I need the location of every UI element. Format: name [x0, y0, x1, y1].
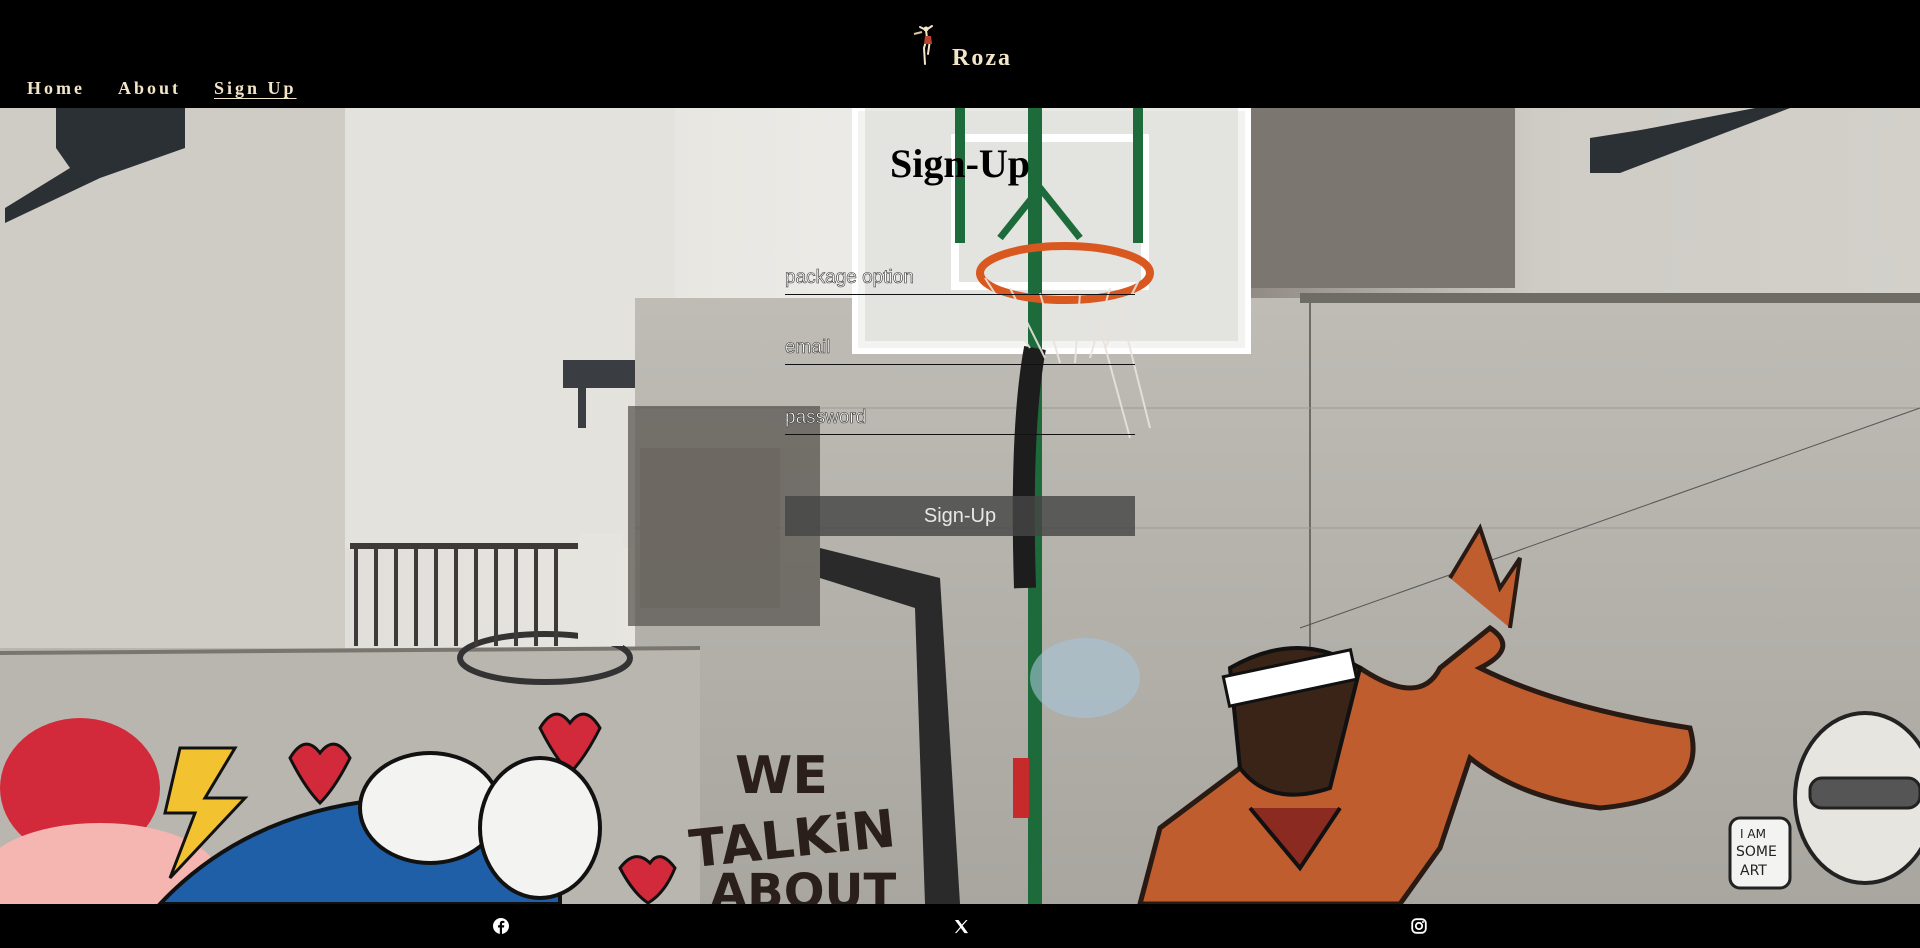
main-nav: Home About Sign Up: [27, 78, 297, 99]
site-footer: [0, 904, 1920, 948]
nav-about-link[interactable]: About: [118, 78, 181, 99]
package-option-input[interactable]: [785, 261, 1135, 295]
email-input[interactable]: [785, 331, 1135, 365]
sticker-text-1: I AM: [1740, 827, 1766, 841]
sticker-text-2: SOME: [1736, 844, 1777, 860]
facebook-icon[interactable]: [491, 916, 511, 936]
dancer-logo-icon: [913, 25, 933, 65]
brand-name: Roza: [952, 45, 1012, 71]
sticker-text-3: ART: [1740, 863, 1767, 879]
wall-text-line3: ABOUT: [710, 864, 897, 904]
site-header: Roza Home About Sign Up: [0, 0, 1920, 108]
nav-home-link[interactable]: Home: [27, 78, 85, 99]
instagram-icon[interactable]: [1409, 916, 1429, 936]
brand[interactable]: Roza: [906, 20, 1012, 72]
signup-submit-button[interactable]: Sign-Up: [785, 496, 1135, 536]
wall-text-line1: WE: [735, 746, 828, 806]
password-input[interactable]: [785, 401, 1135, 435]
nav-signup-link[interactable]: Sign Up: [214, 78, 297, 99]
page-title: Sign-Up: [889, 141, 1031, 186]
x-icon[interactable]: [951, 916, 971, 936]
